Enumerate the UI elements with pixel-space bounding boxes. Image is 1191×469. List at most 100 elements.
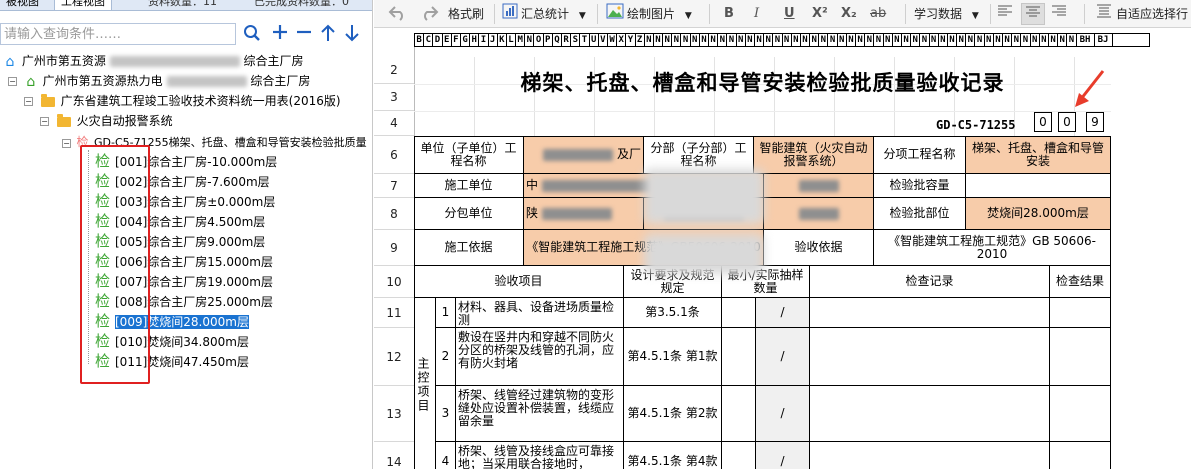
toolbar-divider (709, 4, 710, 24)
item-actual-sample[interactable]: / (756, 298, 810, 328)
row-number[interactable]: 7 (374, 174, 414, 198)
auto-fit-row-button[interactable]: 自适应选择行 (1096, 3, 1188, 25)
column-letter: N (672, 34, 682, 46)
subcontractor-value[interactable]: 陕 (524, 198, 644, 230)
item-number: 1 (436, 298, 456, 328)
item-result[interactable] (1050, 386, 1111, 442)
tree-node-fire-alarm[interactable]: − 火灾自动报警系统 (40, 112, 173, 130)
item-actual-sample[interactable]: / (756, 328, 810, 386)
align-right-icon[interactable] (1051, 3, 1073, 25)
column-letter: J (489, 34, 498, 46)
column-letter: N (1012, 34, 1022, 46)
format-painter-button[interactable]: 格式刷 (448, 3, 484, 25)
collapse-toggle[interactable]: − (24, 97, 33, 106)
toolbar-divider (1084, 4, 1085, 24)
row-number[interactable]: 11 (374, 298, 414, 328)
tree-node-project-label: 广州市第五资源热力电 (42, 74, 163, 88)
column-letter: N (718, 34, 728, 46)
contractor-manager-value[interactable] (764, 174, 874, 198)
column-letter: N (939, 34, 948, 46)
subscript-button[interactable]: X₂ (841, 3, 857, 25)
item-clause: 第4.5.1条 第2款 (624, 386, 722, 442)
move-up-icon[interactable] (318, 24, 338, 44)
add-icon[interactable] (270, 24, 290, 44)
search-input[interactable] (1, 24, 235, 44)
redo-icon[interactable] (419, 3, 439, 25)
item-record[interactable] (810, 386, 1050, 442)
tab-project-view[interactable]: 工程视图 (54, 0, 112, 10)
search-icon[interactable] (242, 24, 262, 44)
subpart-name-value[interactable]: 智能建筑（火灾自动报警系统） (754, 136, 874, 174)
item-min-sample[interactable] (722, 442, 756, 469)
item-record[interactable] (810, 298, 1050, 328)
column-letter: T (580, 34, 590, 46)
superscript-button[interactable]: X² (812, 3, 828, 25)
remove-icon[interactable] (294, 24, 314, 44)
collapse-toggle[interactable]: − (8, 77, 17, 86)
item-record[interactable] (810, 442, 1050, 469)
row-number[interactable]: 13 (374, 386, 414, 442)
column-letter: N (957, 34, 967, 46)
col-inspection-result: 检查结果 (1050, 266, 1111, 298)
row-number[interactable]: 6 (374, 136, 414, 174)
tree-root[interactable]: ⌂ 广州市第五资源 综合主厂房 (2, 52, 304, 70)
doc-number-digit[interactable]: 0 (1058, 112, 1076, 132)
collapse-toggle[interactable]: − (40, 117, 49, 126)
move-down-icon[interactable] (342, 24, 362, 44)
completed-count: 已完成资料数量：0 (254, 0, 349, 8)
row-number[interactable]: 4 (374, 111, 414, 136)
row-number[interactable]: 14 (374, 442, 414, 469)
item-actual-sample[interactable]: / (756, 386, 810, 442)
column-letter: B (415, 34, 425, 46)
italic-button[interactable]: I (754, 3, 759, 25)
row-number[interactable]: 8 (374, 198, 414, 230)
unit-name-value[interactable]: 及厂 (524, 136, 644, 174)
item-result[interactable] (1050, 442, 1111, 469)
batch-capacity-value[interactable] (966, 174, 1111, 198)
strikethrough-button[interactable]: ab (870, 3, 886, 25)
draw-image-button[interactable]: 绘制图片 ▼ (606, 3, 692, 25)
tree-node-standard[interactable]: − 广东省建筑工程竣工验收技术资料统一用表(2016版) (24, 92, 341, 110)
batch-location-value[interactable]: 焚烧间28.000m层 (966, 198, 1111, 230)
item-result[interactable] (1050, 328, 1111, 386)
doc-number-digit[interactable]: 0 (1034, 112, 1052, 132)
redacted-text (542, 207, 613, 220)
collapse-toggle[interactable]: − (62, 138, 71, 148)
redaction-blur (644, 234, 764, 274)
column-letter: N (727, 34, 737, 46)
row-number[interactable]: 12 (374, 328, 414, 386)
spreadsheet-area[interactable]: BCDEFGHIJKLMNOPQRSTUVWXYZNNNNNNNNNNNNNNN… (374, 29, 1191, 469)
row-number[interactable]: 9 (374, 230, 414, 266)
underline-button[interactable]: U (784, 3, 795, 25)
item-clause: 第4.5.1条 第1款 (624, 328, 722, 386)
doc-number-digit[interactable]: 9 (1086, 112, 1104, 132)
undo-icon[interactable] (388, 3, 408, 25)
column-letter: N (755, 34, 765, 46)
item-record[interactable] (810, 328, 1050, 386)
column-letter: N (838, 34, 847, 46)
column-letter: N (810, 34, 820, 46)
column-letter: N (994, 34, 1003, 46)
acceptance-basis-value[interactable]: 《智能建筑工程施工规范》GB 50606-2010 (874, 230, 1111, 266)
tab-view[interactable]: 被视图 (0, 0, 45, 10)
item-min-sample[interactable] (722, 298, 756, 328)
align-left-icon[interactable] (997, 3, 1019, 25)
bold-button[interactable]: B (724, 3, 734, 25)
learning-data-button[interactable]: 学习数据 ▼ (914, 3, 979, 25)
item-actual-sample[interactable]: / (756, 442, 810, 469)
item-min-sample[interactable] (722, 328, 756, 386)
item-min-sample[interactable] (722, 386, 756, 442)
column-letter: U (590, 34, 599, 46)
row-number[interactable]: 2 (374, 57, 414, 84)
row-number[interactable]: 10 (374, 266, 414, 298)
item-name-value[interactable]: 梯架、托盘、槽盒和导管安装 (966, 136, 1111, 174)
summary-button[interactable]: 汇总统计 ▼ (502, 3, 586, 25)
column-letter: Y (626, 34, 636, 46)
item-result[interactable] (1050, 298, 1111, 328)
column-letter: N (911, 34, 921, 46)
toolbar-divider (597, 4, 598, 24)
tree-node-project[interactable]: − ⌂ 广州市第五资源热力电 综合主厂房 (8, 72, 310, 90)
align-center-icon[interactable] (1021, 3, 1045, 25)
row-number[interactable]: 3 (374, 84, 414, 111)
subcontractor-lead-value[interactable] (764, 198, 874, 230)
